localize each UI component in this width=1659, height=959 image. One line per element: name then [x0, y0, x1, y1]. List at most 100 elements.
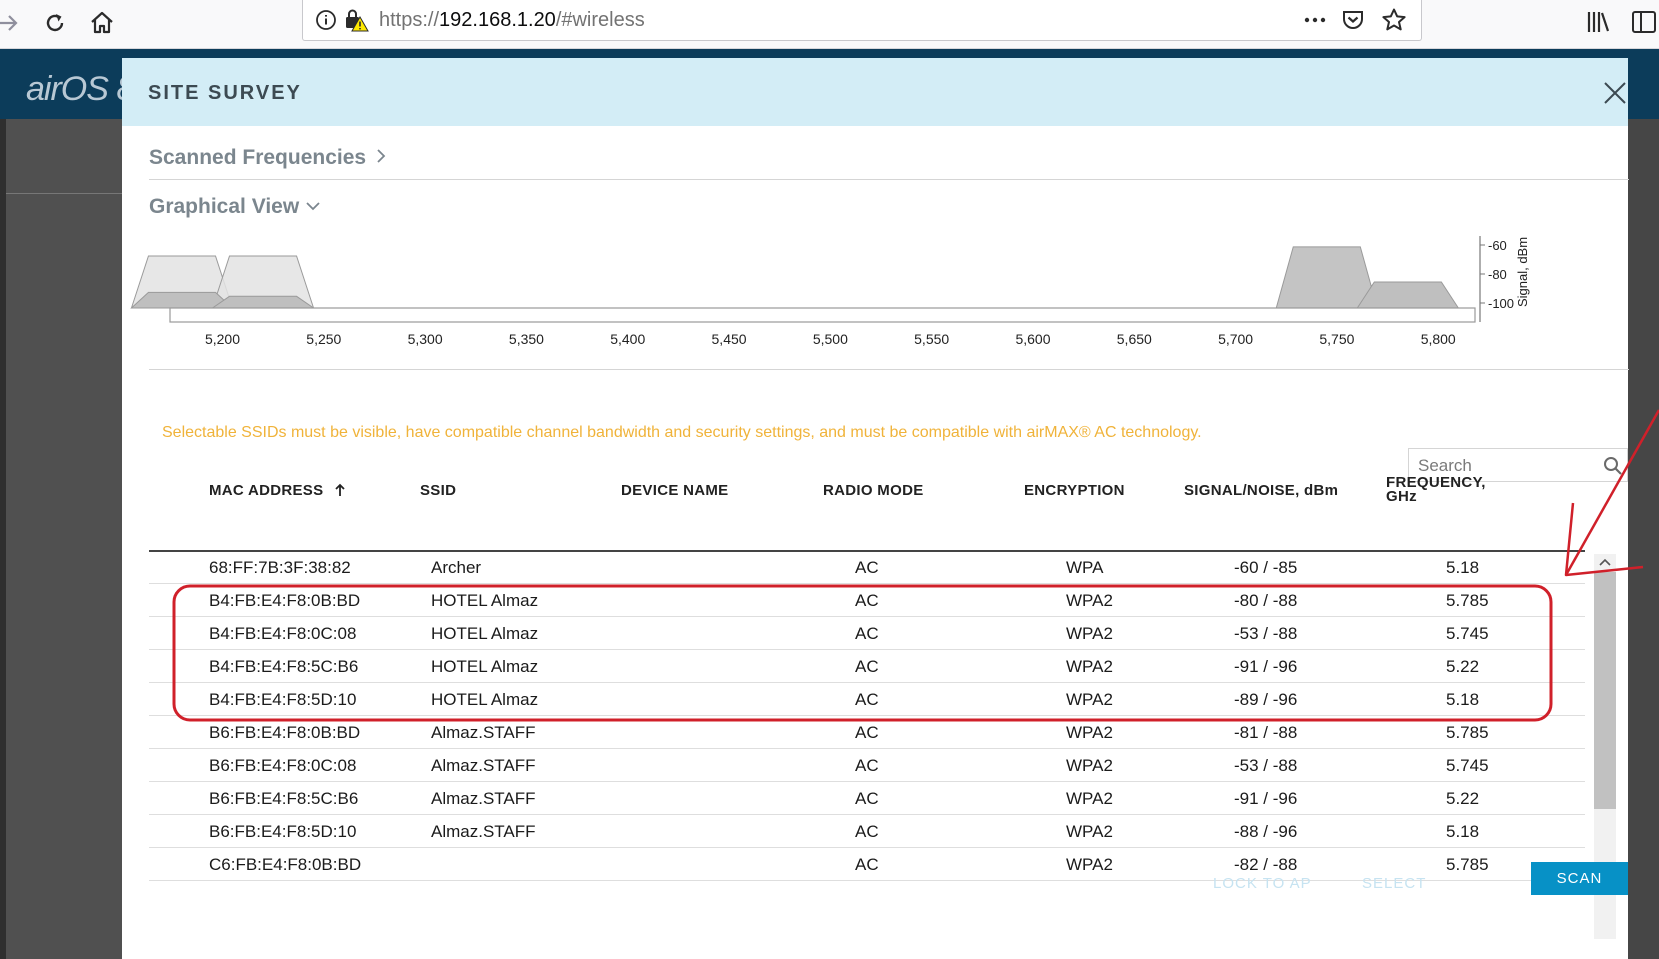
cell-encryption: WPA2	[1066, 756, 1113, 775]
table-row[interactable]: B4:FB:E4:F8:0B:BD HOTEL Almaz AC WPA2 -80 / …	[149, 584, 1585, 617]
airos-left-panel	[6, 119, 122, 959]
cell-signal-noise: -91 / -96	[1234, 789, 1298, 808]
cell-signal-noise: -82 / -88	[1234, 855, 1298, 874]
table-row[interactable]: B4:FB:E4:F8:5C:B6 HOTEL Almaz AC WPA2 -91 / …	[149, 650, 1585, 683]
url-scheme: https://	[379, 9, 440, 31]
table-row[interactable]: 68:FF:7B:3F:38:82 Archer AC WPA -60 / -85 5.1…	[149, 551, 1585, 584]
divider	[6, 193, 122, 194]
column-header-signal-noise[interactable]: SIGNAL/NOISE, dBm	[1184, 482, 1338, 499]
cell-encryption: WPA2	[1066, 855, 1113, 874]
url-host: 192.168.1.20	[439, 9, 556, 31]
cell-encryption: WPA2	[1066, 789, 1113, 808]
lock-to-ap-button[interactable]: LOCK TO AP	[1213, 875, 1312, 892]
compatibility-notice: Selectable SSIDs must be visible, have c…	[162, 424, 1202, 441]
column-header-mac[interactable]: MAC ADDRESS	[209, 482, 346, 499]
cell-encryption: WPA2	[1066, 723, 1113, 742]
reload-icon[interactable]	[40, 8, 70, 38]
x-tick-label: 5,550	[914, 331, 949, 347]
y-tick-label: -100	[1488, 296, 1514, 311]
cell-frequency: 5.785	[1446, 855, 1489, 874]
cell-mac: B4:FB:E4:F8:5C:B6	[209, 657, 359, 676]
x-tick-label: 5,700	[1218, 331, 1253, 347]
cell-radio-mode: AC	[855, 789, 879, 808]
cell-radio-mode: AC	[855, 822, 879, 841]
close-icon[interactable]	[1602, 80, 1628, 106]
cell-encryption: WPA2	[1066, 591, 1113, 610]
scanned-frequencies-label: Scanned Frequencies	[149, 146, 367, 169]
table-row[interactable]: B4:FB:E4:F8:0C:08 HOTEL Almaz AC WPA2 -53 / …	[149, 617, 1585, 650]
channel-signal-shape	[210, 295, 316, 309]
search-icon[interactable]	[1603, 456, 1623, 476]
y-axis-label: Signal, dBm	[1515, 237, 1530, 307]
table-row[interactable]: B6:FB:E4:F8:0C:08 Almaz.STAFF AC WPA2 -53 / …	[149, 749, 1585, 782]
cell-frequency: 5.785	[1446, 723, 1489, 742]
scroll-up-arrow-icon[interactable]	[1596, 555, 1614, 569]
column-header-radio-mode[interactable]: RADIO MODE	[823, 482, 924, 499]
x-tick-label: 5,250	[306, 331, 341, 347]
column-header-frequency[interactable]: FREQUENCY, GHz	[1386, 475, 1486, 504]
graphical-view-label: Graphical View	[149, 195, 300, 218]
cell-radio-mode: AC	[855, 723, 879, 742]
channel-signal-shape	[1275, 246, 1378, 309]
x-tick-label: 5,350	[509, 331, 544, 347]
cell-frequency: 5.785	[1446, 591, 1489, 610]
url-text[interactable]: https://192.168.1.20/#wireless	[379, 9, 645, 32]
bookmark-star-icon[interactable]	[1381, 7, 1407, 33]
cell-radio-mode: AC	[855, 558, 879, 577]
chevron-right-icon	[377, 149, 386, 163]
cell-mac: 68:FF:7B:3F:38:82	[209, 558, 351, 577]
column-header-encryption[interactable]: ENCRYPTION	[1024, 482, 1125, 499]
scrollbar-thumb[interactable]	[1594, 572, 1616, 809]
sort-arrow-up-icon[interactable]	[334, 483, 346, 497]
scan-button[interactable]: SCAN	[1531, 862, 1628, 895]
x-tick-label: 5,600	[1015, 331, 1050, 347]
cell-radio-mode: AC	[855, 690, 879, 709]
select-button[interactable]: SELECT	[1362, 875, 1426, 892]
table-row[interactable]: B6:FB:E4:F8:5C:B6 Almaz.STAFF AC WPA2 -91 / …	[149, 782, 1585, 815]
frequency-graph: -60 -80 -100 Signal, dBm 5,200 5,250 5,300 5,…	[130, 236, 1530, 347]
url-path: /#wireless	[555, 9, 645, 31]
table-row[interactable]: B6:FB:E4:F8:0B:BD Almaz.STAFF AC WPA2 -81 / …	[149, 716, 1585, 749]
cell-mac: B4:FB:E4:F8:0C:08	[209, 624, 357, 643]
cell-encryption: WPA	[1066, 558, 1104, 577]
cell-signal-noise: -53 / -88	[1234, 624, 1298, 643]
x-tick-label: 5,500	[813, 331, 848, 347]
library-icon[interactable]	[1584, 8, 1612, 36]
cell-signal-noise: -53 / -88	[1234, 756, 1298, 775]
table-row[interactable]: B6:FB:E4:F8:5D:10 Almaz.STAFF AC WPA2 -88 / …	[149, 815, 1585, 848]
home-icon[interactable]	[87, 8, 117, 38]
graph-baseline-bar	[169, 307, 1476, 323]
survey-table-body: 68:FF:7B:3F:38:82 Archer AC WPA -60 / -85 5.1…	[149, 551, 1585, 881]
table-row[interactable]: B4:FB:E4:F8:5D:10 HOTEL Almaz AC WPA2 -89 / …	[149, 683, 1585, 716]
insecure-lock-icon[interactable]	[343, 8, 369, 32]
cell-signal-noise: -81 / -88	[1234, 723, 1298, 742]
cell-radio-mode: AC	[855, 591, 879, 610]
cell-radio-mode: AC	[855, 624, 879, 643]
more-icon[interactable]	[1303, 9, 1327, 31]
cell-frequency: 5.745	[1446, 624, 1489, 643]
cell-frequency: 5.745	[1446, 756, 1489, 775]
info-icon[interactable]	[315, 9, 337, 31]
cell-ssid: Almaz.STAFF	[431, 822, 536, 841]
cell-ssid: Almaz.STAFF	[431, 789, 536, 808]
x-tick-label: 5,450	[712, 331, 747, 347]
cell-ssid: HOTEL Almaz	[431, 624, 539, 643]
cell-frequency: 5.18	[1446, 558, 1480, 577]
sidebar-icon[interactable]	[1630, 8, 1658, 36]
cell-radio-mode: AC	[855, 855, 879, 874]
pocket-icon[interactable]	[1341, 8, 1365, 32]
column-header-device-name[interactable]: DEVICE NAME	[621, 482, 728, 499]
cell-frequency: 5.22	[1446, 657, 1480, 676]
forward-icon[interactable]	[0, 8, 24, 38]
cell-encryption: WPA2	[1066, 822, 1113, 841]
graphical-view-toggle[interactable]: Graphical View	[149, 195, 321, 219]
cell-signal-noise: -88 / -96	[1234, 822, 1298, 841]
cell-ssid: Almaz.STAFF	[431, 756, 536, 775]
cell-frequency: 5.18	[1446, 690, 1480, 709]
x-tick-label: 5,400	[610, 331, 645, 347]
cell-encryption: WPA2	[1066, 624, 1113, 643]
mac-header-label: MAC ADDRESS	[209, 482, 324, 499]
url-bar[interactable]: https://192.168.1.20/#wireless	[302, 0, 1422, 41]
column-header-ssid[interactable]: SSID	[420, 482, 456, 499]
scanned-frequencies-toggle[interactable]: Scanned Frequencies	[149, 146, 388, 170]
